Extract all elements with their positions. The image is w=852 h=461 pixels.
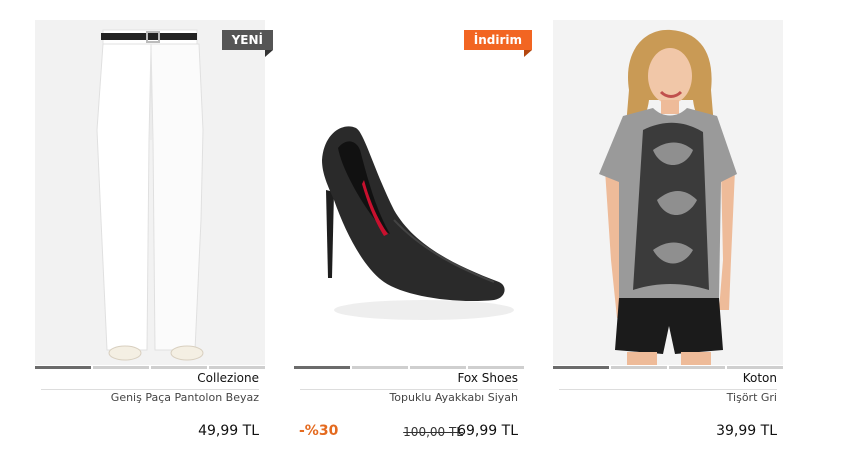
product-brand[interactable]: Fox Shoes [457,371,518,385]
divider [559,389,777,390]
sale-badge: İndirim [463,30,533,57]
carousel-dot[interactable] [468,366,524,369]
image-carousel-indicator[interactable] [553,366,783,369]
carousel-dot[interactable] [93,366,149,369]
product-price: 69,99 TL [457,423,518,439]
carousel-dot[interactable] [151,366,207,369]
carousel-dot[interactable] [727,366,783,369]
carousel-dot[interactable] [553,366,609,369]
product-name[interactable]: Topuklu Ayakkabı Siyah [389,391,518,404]
product-price: 49,99 TL [198,423,259,439]
carousel-dot[interactable] [410,366,466,369]
product-card-tshirt[interactable]: Koton Tişört Gri 39,99 TL [553,20,783,450]
divider [300,389,518,390]
product-image-heels[interactable] [294,20,524,365]
grey-tshirt-model-image [553,20,783,365]
new-badge: YENİ [221,30,274,57]
carousel-dot[interactable] [352,366,408,369]
carousel-dot[interactable] [611,366,667,369]
product-card-heels[interactable]: İndirim Fox Shoes Topuklu Ayakkabı Siyah… [294,20,533,450]
carousel-dot[interactable] [35,366,91,369]
product-image-tshirt[interactable] [553,20,783,365]
product-name[interactable]: Tişört Gri [727,391,777,404]
product-image-pants[interactable] [35,20,265,365]
white-flared-pants-image [35,20,265,365]
product-price: 39,99 TL [716,423,777,439]
product-brand[interactable]: Koton [743,371,777,385]
image-carousel-indicator[interactable] [294,366,524,369]
discount-label: -%30 [299,423,339,439]
carousel-dot[interactable] [294,366,350,369]
old-price: 100,00 TL [403,425,463,439]
carousel-dot[interactable] [669,366,725,369]
product-name[interactable]: Geniş Paça Pantolon Beyaz [111,391,259,404]
divider [41,389,259,390]
product-card-pants[interactable]: YENİ Collezione Geniş Paça Pantolon Beya… [35,20,274,450]
image-carousel-indicator[interactable] [35,366,265,369]
product-brand[interactable]: Collezione [197,371,259,385]
black-stiletto-image [294,20,524,365]
carousel-dot[interactable] [209,366,265,369]
